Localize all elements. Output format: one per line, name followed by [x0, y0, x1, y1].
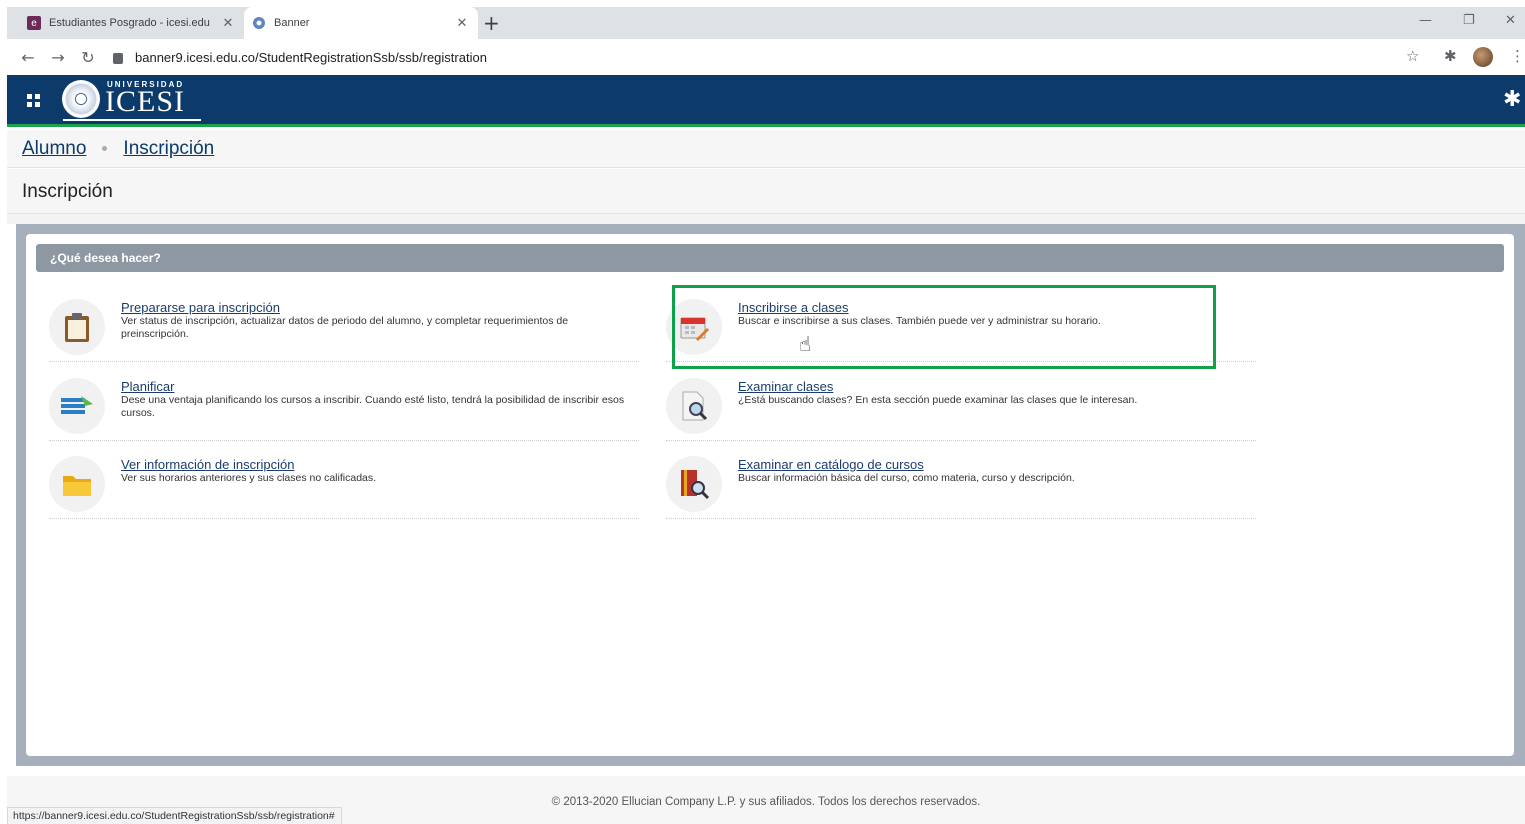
breadcrumb-separator [102, 146, 108, 151]
tab-banner[interactable]: Banner ✕ [244, 7, 478, 39]
list-item-examinar-clases: Examinar clases ¿Está buscando clases? E… [666, 371, 1256, 441]
icesi-seal-icon [62, 80, 100, 118]
breadcrumb: Alumno Inscripción [7, 130, 1525, 168]
hand-cursor-icon: ☝ [799, 332, 812, 356]
address-bar: ← → ↻ banner9.icesi.edu.co/StudentRegist… [7, 39, 1525, 75]
lock-icon [113, 52, 123, 64]
link-preparar-inscripcion[interactable]: Preparar­se para inscripción [121, 301, 631, 315]
list-item-catalogo-cursos: Examinar en catálogo de cursos Buscar in… [666, 449, 1256, 519]
desc-planificar: Dese una ventaja planificando los cursos… [121, 394, 625, 419]
desc-ver-informacion: Ver sus horarios anteriores y sus clases… [121, 472, 377, 484]
plan-list-icon [49, 378, 105, 434]
desc-preparar: Ver status de inscripción, actualizar da… [121, 315, 569, 340]
link-catalogo-cursos[interactable]: Examinar en catálogo de cursos [738, 458, 1248, 472]
list-item-preparar: Preparar­se para inscripción Ver status … [49, 292, 639, 362]
window-close-icon[interactable]: ✕ [1505, 13, 1516, 28]
close-tab-icon[interactable]: ✕ [452, 15, 472, 31]
document-search-icon [666, 378, 722, 434]
gear-icon[interactable]: ✱ [1503, 87, 1521, 112]
apps-grid-icon[interactable] [27, 94, 40, 107]
browser-tab-bar: e Estudiantes Posgrado - icesi.edu ✕ Ban… [7, 7, 1525, 39]
new-tab-button[interactable]: + [483, 11, 500, 35]
link-planificar[interactable]: Planificar [121, 380, 631, 394]
book-search-icon [666, 456, 722, 512]
folder-icon [49, 456, 105, 512]
bookmark-star-icon[interactable]: ☆ [1406, 47, 1419, 65]
main-panel: ¿Qué desea hacer? Preparar­se para inscr… [16, 224, 1525, 766]
e-favicon-icon: e [27, 16, 41, 30]
desc-examinar-clases: ¿Está buscando clases? En esta sección p… [738, 394, 1138, 406]
banner-favicon-icon [252, 16, 266, 30]
breadcrumb-inscripcion[interactable]: Inscripción [123, 138, 214, 160]
clipboard-icon [49, 299, 105, 355]
app-header: UNIVERSIDAD ICESI ✱ [7, 75, 1525, 127]
logo-icesi: ICESI [105, 85, 185, 118]
desc-catalogo-cursos: Buscar información básica del curso, com… [738, 472, 1075, 484]
extensions-icon[interactable]: ✱ [1444, 47, 1457, 65]
tab-title: Banner [274, 17, 310, 29]
menu-kebab-icon[interactable]: ⋮ [1510, 47, 1525, 65]
breadcrumb-alumno[interactable]: Alumno [22, 138, 86, 160]
url-text: banner9.icesi.edu.co/StudentRegistration… [135, 49, 487, 65]
back-icon[interactable]: ← [13, 48, 43, 67]
list-item-ver-informacion: Ver información de inscripción Ver sus h… [49, 449, 639, 519]
logo-underline [63, 119, 201, 121]
link-examinar-clases[interactable]: Examinar clases [738, 380, 1248, 394]
main-content: ¿Qué desea hacer? Preparar­se para inscr… [26, 234, 1514, 756]
profile-avatar[interactable] [1473, 47, 1493, 67]
list-item-planificar: Planificar Dese una ventaja planificando… [49, 371, 639, 441]
close-tab-icon[interactable]: ✕ [218, 15, 238, 31]
page-title: Inscripción [7, 169, 1525, 214]
tab-title: Estudiantes Posgrado - icesi.edu [49, 17, 210, 29]
forward-icon[interactable]: → [43, 48, 73, 67]
highlight-box [672, 285, 1216, 369]
restore-icon[interactable]: ❐ [1463, 13, 1475, 28]
url-field[interactable]: banner9.icesi.edu.co/StudentRegistration… [113, 50, 487, 65]
minimize-icon[interactable]: — [1419, 13, 1432, 28]
section-header: ¿Qué desea hacer? [36, 244, 1504, 272]
tab-estudiantes[interactable]: e Estudiantes Posgrado - icesi.edu ✕ [19, 7, 244, 39]
status-bar-url: https://banner9.icesi.edu.co/StudentRegi… [7, 807, 342, 824]
divider [7, 214, 1525, 224]
reload-icon[interactable]: ↻ [73, 48, 103, 67]
link-ver-informacion[interactable]: Ver información de inscripción [121, 458, 631, 472]
